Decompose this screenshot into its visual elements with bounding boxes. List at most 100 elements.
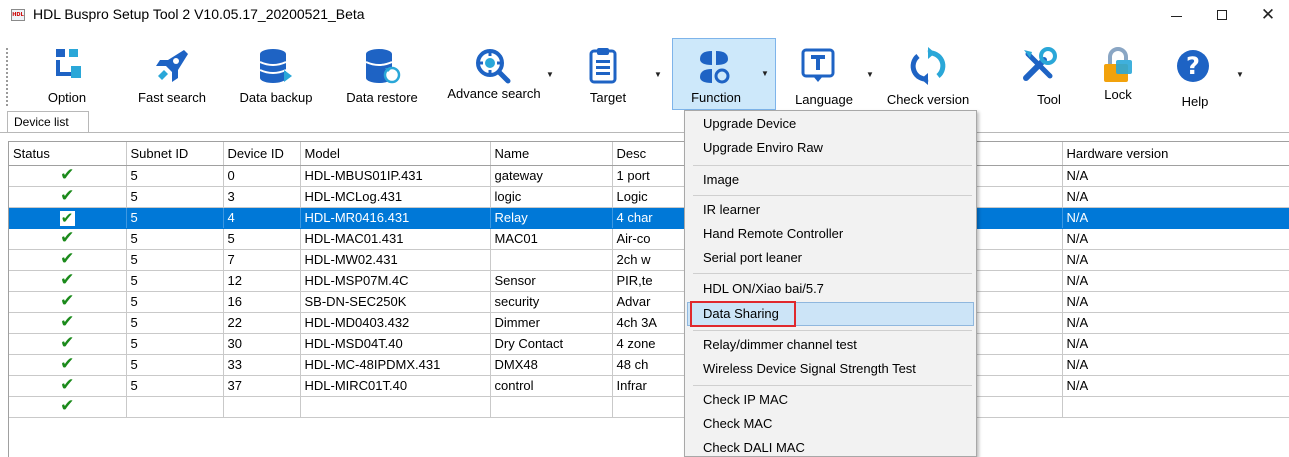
hardware-version-cell[interactable]: N/A [1062, 249, 1289, 271]
hardware-version-cell[interactable] [1062, 396, 1289, 418]
table-row[interactable]: ✔ 5 37 HDL-MIRC01T.40 control Infrar N/A [9, 375, 1289, 397]
advance-search-dropdown-icon[interactable]: ▼ [546, 70, 554, 79]
model-cell[interactable]: HDL-MSD04T.40 [300, 333, 491, 355]
device-id-cell[interactable]: 22 [223, 312, 301, 334]
menu-item-serial-port-leaner[interactable]: Serial port leaner [687, 246, 974, 270]
target-dropdown-icon[interactable]: ▼ [654, 70, 662, 79]
subnet-id-cell[interactable]: 5 [126, 270, 224, 292]
model-cell[interactable]: HDL-MIRC01T.40 [300, 375, 491, 397]
model-cell[interactable]: SB-DN-SEC250K [300, 291, 491, 313]
table-row[interactable]: ✔ 5 12 HDL-MSP07M.4C Sensor PIR,te N/A [9, 270, 1289, 292]
menu-item-ir-learner[interactable]: IR learner [687, 198, 974, 222]
subnet-id-cell[interactable]: 5 [126, 165, 224, 187]
column-header-device-id[interactable]: Device ID [223, 142, 301, 166]
subnet-id-cell[interactable]: 5 [126, 312, 224, 334]
table-row[interactable]: ✔ 5 7 HDL-MW02.431 2ch w N/A [9, 249, 1289, 271]
name-cell[interactable] [490, 396, 613, 418]
status-cell[interactable]: ✔ [9, 312, 127, 334]
function-button[interactable]: Function ▼ [672, 38, 776, 110]
menu-item-image[interactable]: Image [687, 168, 974, 192]
device-id-cell[interactable]: 37 [223, 375, 301, 397]
subnet-id-cell[interactable]: 5 [126, 291, 224, 313]
subnet-id-cell[interactable]: 5 [126, 354, 224, 376]
table-row[interactable]: ✔ 5 33 HDL-MC-48IPDMX.431 DMX48 48 ch N/A [9, 354, 1289, 376]
column-header-name[interactable]: Name [490, 142, 613, 166]
hardware-version-cell[interactable]: N/A [1062, 312, 1289, 334]
language-button[interactable]: Language ▼ [780, 40, 876, 110]
column-header-status[interactable]: Status [9, 142, 127, 166]
target-button[interactable]: Target ▼ [568, 40, 664, 110]
maximize-button[interactable] [1199, 0, 1245, 30]
menu-item-upgrade-device[interactable]: Upgrade Device [687, 112, 974, 136]
hardware-version-cell[interactable]: N/A [1062, 291, 1289, 313]
advance-search-button[interactable]: Advance search ▼ [442, 40, 558, 110]
table-row[interactable]: ✔ 5 22 HDL-MD0403.432 Dimmer 4ch 3A N/A [9, 312, 1289, 334]
check-version-button[interactable]: Check version [876, 40, 980, 110]
subnet-id-cell[interactable]: 5 [126, 207, 224, 229]
toolbar-grip[interactable] [6, 48, 8, 106]
help-button[interactable]: ? Help ▼ [1160, 40, 1244, 110]
status-cell[interactable]: ✔ [9, 228, 127, 250]
subnet-id-cell[interactable]: 5 [126, 249, 224, 271]
name-cell[interactable]: MAC01 [490, 228, 613, 250]
status-cell[interactable]: ✔ [9, 207, 127, 229]
menu-item-upgrade-enviro-raw[interactable]: Upgrade Enviro Raw [687, 136, 974, 160]
status-cell[interactable]: ✔ [9, 291, 127, 313]
subnet-id-cell[interactable]: 5 [126, 375, 224, 397]
hardware-version-cell[interactable]: N/A [1062, 354, 1289, 376]
status-cell[interactable]: ✔ [9, 354, 127, 376]
name-cell[interactable] [490, 249, 613, 271]
menu-item-relay-dimmer-channel-test[interactable]: Relay/dimmer channel test [687, 333, 974, 357]
model-cell[interactable]: HDL-MC-48IPDMX.431 [300, 354, 491, 376]
hardware-version-cell[interactable]: N/A [1062, 186, 1289, 208]
subnet-id-cell[interactable]: 5 [126, 333, 224, 355]
status-cell[interactable]: ✔ [9, 186, 127, 208]
table-row[interactable]: ✔ 5 0 HDL-MBUS01IP.431 gateway 1 port N/A [9, 165, 1289, 187]
minimize-button[interactable] [1153, 0, 1199, 30]
hardware-version-cell[interactable]: N/A [1062, 375, 1289, 397]
hardware-version-cell[interactable]: N/A [1062, 165, 1289, 187]
device-id-cell[interactable]: 12 [223, 270, 301, 292]
subnet-id-cell[interactable]: 5 [126, 186, 224, 208]
model-cell[interactable]: HDL-MBUS01IP.431 [300, 165, 491, 187]
name-cell[interactable]: logic [490, 186, 613, 208]
menu-item-check-mac[interactable]: Check MAC [687, 412, 974, 436]
device-id-cell[interactable]: 30 [223, 333, 301, 355]
menu-item-hand-remote-controller[interactable]: Hand Remote Controller [687, 222, 974, 246]
model-cell[interactable]: HDL-MCLog.431 [300, 186, 491, 208]
hardware-version-cell[interactable]: N/A [1062, 270, 1289, 292]
model-cell[interactable]: HDL-MW02.431 [300, 249, 491, 271]
device-id-cell[interactable]: 16 [223, 291, 301, 313]
name-cell[interactable]: Dimmer [490, 312, 613, 334]
close-button[interactable]: ✕ [1245, 0, 1289, 30]
device-id-cell[interactable]: 7 [223, 249, 301, 271]
tab-device-list[interactable]: Device list [7, 111, 89, 133]
name-cell[interactable]: security [490, 291, 613, 313]
help-dropdown-icon[interactable]: ▼ [1236, 70, 1244, 79]
column-header-model[interactable]: Model [300, 142, 491, 166]
table-row[interactable]: ✔ 5 5 HDL-MAC01.431 MAC01 Air-co N/A [9, 228, 1289, 250]
name-cell[interactable]: Dry Contact [490, 333, 613, 355]
hardware-version-cell[interactable]: N/A [1062, 207, 1289, 229]
model-cell[interactable]: HDL-MAC01.431 [300, 228, 491, 250]
device-id-cell[interactable]: 0 [223, 165, 301, 187]
menu-item-hdl-on-xiao-bai[interactable]: HDL ON/Xiao bai/5.7 [687, 277, 974, 301]
subnet-id-cell[interactable] [126, 396, 224, 418]
column-header-hardware-version[interactable]: Hardware version [1062, 142, 1289, 166]
status-cell[interactable]: ✔ [9, 270, 127, 292]
fast-search-button[interactable]: Fast search [122, 40, 222, 110]
model-cell[interactable]: HDL-MR0416.431 [300, 207, 491, 229]
option-button[interactable]: Option [22, 40, 112, 110]
name-cell[interactable]: Relay [490, 207, 613, 229]
data-backup-button[interactable]: Data backup [230, 40, 322, 110]
name-cell[interactable]: gateway [490, 165, 613, 187]
table-row[interactable]: ✔54HDL-MR0416.431Relay4 char2018/03/30N/… [9, 207, 1289, 229]
name-cell[interactable]: Sensor [490, 270, 613, 292]
function-dropdown-icon[interactable]: ▼ [761, 69, 769, 78]
model-cell[interactable]: HDL-MSP07M.4C [300, 270, 491, 292]
device-id-cell[interactable]: 33 [223, 354, 301, 376]
table-row[interactable]: ✔ 5 16 SB-DN-SEC250K security Advar N/A [9, 291, 1289, 313]
menu-item-wireless-signal-strength-test[interactable]: Wireless Device Signal Strength Test [687, 357, 974, 381]
name-cell[interactable]: DMX48 [490, 354, 613, 376]
data-restore-button[interactable]: Data restore [334, 40, 430, 110]
